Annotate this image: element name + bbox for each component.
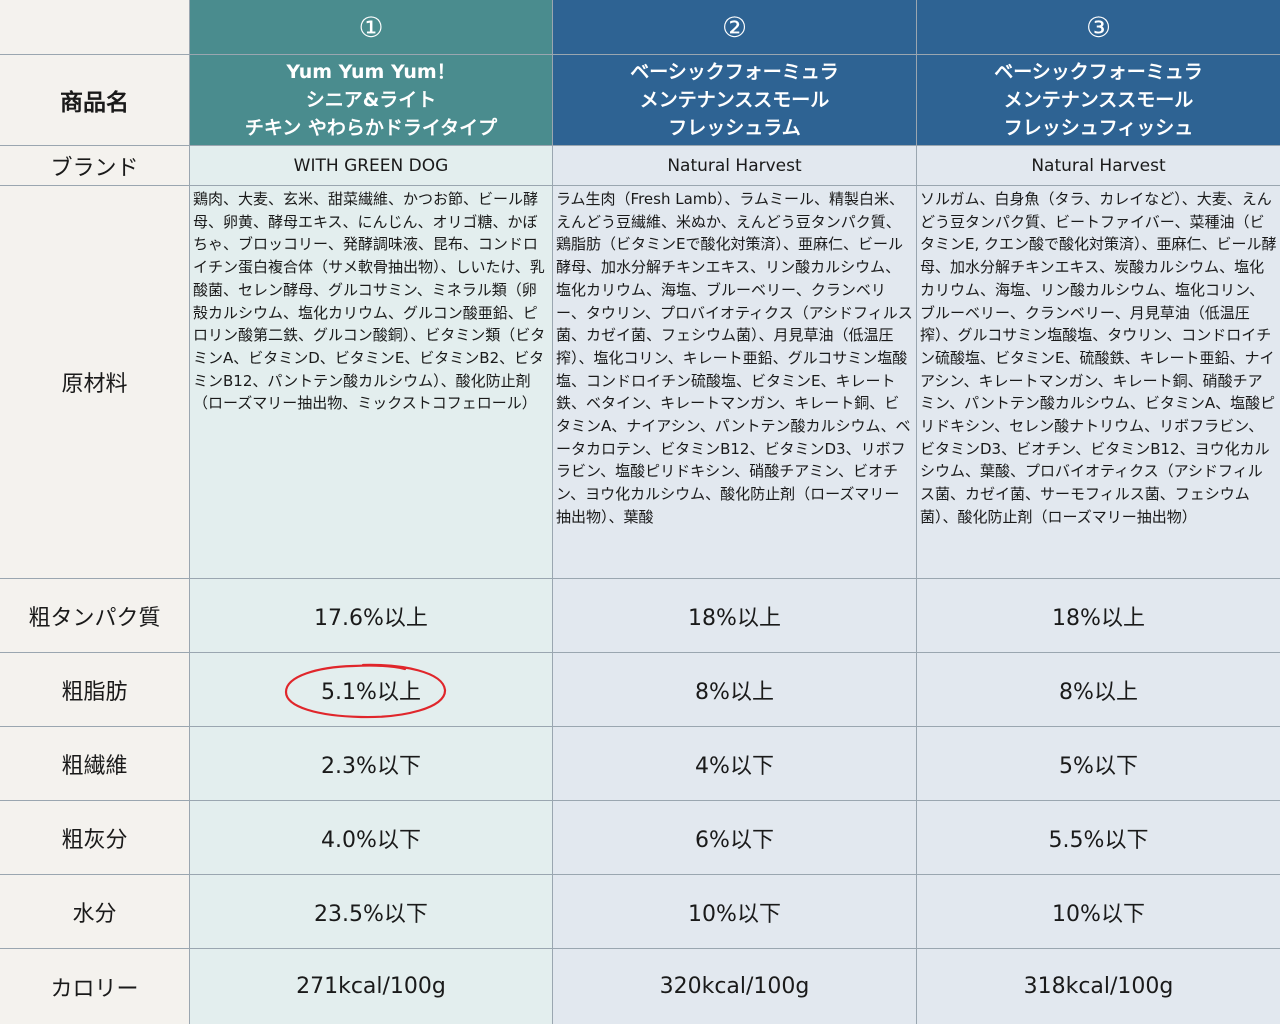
row-label-product-name: 商品名 <box>0 55 190 146</box>
row-label-fiber: 粗繊維 <box>0 727 190 801</box>
fat-1: 5.1%以上 <box>190 653 553 727</box>
moisture-2: 10%以下 <box>553 875 917 949</box>
protein-2: 18%以上 <box>553 579 917 653</box>
calorie-1: 271kcal/100g <box>190 949 553 1024</box>
product-name-line: ベーシックフォーミュラ <box>630 61 839 83</box>
ash-3: 5.5%以下 <box>917 801 1280 875</box>
product-name-3: ベーシックフォーミュラ メンテナンススモール フレッシュフィッシュ <box>917 55 1280 146</box>
protein-1: 17.6%以上 <box>190 579 553 653</box>
ingredients-1: 鶏肉、大麦、玄米、甜菜繊維、かつお節、ビール酵母、卵黄、酵母エキス、にんじん、オ… <box>190 186 553 579</box>
product-name-line: フレッシュフィッシュ <box>1003 117 1194 139</box>
fat-2: 8%以上 <box>553 653 917 727</box>
ash-2: 6%以下 <box>553 801 917 875</box>
row-label-calorie: カロリー <box>0 949 190 1024</box>
row-label-fat: 粗脂肪 <box>0 653 190 727</box>
table-corner <box>0 0 190 55</box>
column-number-2: ② <box>553 0 917 55</box>
product-name-1: Yum Yum Yum！ シニア&ライト チキン やわらかドライタイプ <box>190 55 553 146</box>
product-name-line: ベーシックフォーミュラ <box>994 61 1203 83</box>
row-label-ash: 粗灰分 <box>0 801 190 875</box>
product-name-line: フレッシュラム <box>668 117 801 139</box>
calorie-3: 318kcal/100g <box>917 949 1280 1024</box>
ingredients-2: ラム生肉（Fresh Lamb）、ラムミール、精製白米、えんどう豆繊維、米ぬか、… <box>553 186 917 579</box>
ingredients-3: ソルガム、白身魚（タラ、カレイなど）、大麦、えんどう豆タンパク質、ビートファイバ… <box>917 186 1280 579</box>
row-label-brand: ブランド <box>0 146 190 186</box>
moisture-3: 10%以下 <box>917 875 1280 949</box>
product-name-2: ベーシックフォーミュラ メンテナンススモール フレッシュラム <box>553 55 917 146</box>
column-number-1: ① <box>190 0 553 55</box>
moisture-1: 23.5%以下 <box>190 875 553 949</box>
fiber-3: 5%以下 <box>917 727 1280 801</box>
product-name-line: Yum Yum Yum！ <box>286 61 456 83</box>
row-label-protein: 粗タンパク質 <box>0 579 190 653</box>
brand-1: WITH GREEN DOG <box>190 146 553 186</box>
product-name-line: チキン やわらかドライタイプ <box>244 117 498 139</box>
row-label-moisture: 水分 <box>0 875 190 949</box>
brand-3: Natural Harvest <box>917 146 1280 186</box>
product-name-line: メンテナンススモール <box>639 89 830 111</box>
fiber-1: 2.3%以下 <box>190 727 553 801</box>
brand-2: Natural Harvest <box>553 146 917 186</box>
column-number-3: ③ <box>917 0 1280 55</box>
fat-3: 8%以上 <box>917 653 1280 727</box>
product-name-line: シニア&ライト <box>305 89 437 111</box>
protein-3: 18%以上 <box>917 579 1280 653</box>
ash-1: 4.0%以下 <box>190 801 553 875</box>
product-name-line: メンテナンススモール <box>1003 89 1194 111</box>
fiber-2: 4%以下 <box>553 727 917 801</box>
calorie-2: 320kcal/100g <box>553 949 917 1024</box>
row-label-ingredients: 原材料 <box>0 186 190 579</box>
comparison-table: ① ② ③ 商品名 Yum Yum Yum！ シニア&ライト チキン やわらかド… <box>0 0 1280 1024</box>
